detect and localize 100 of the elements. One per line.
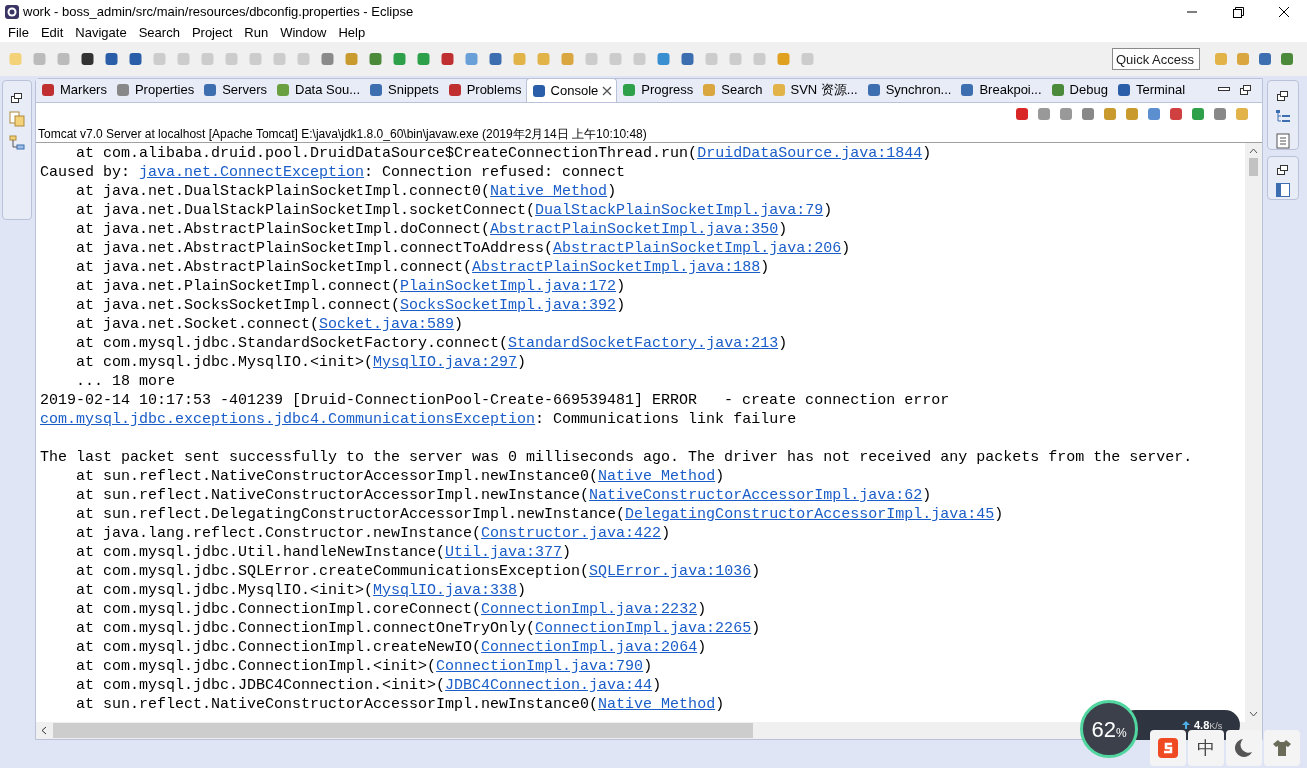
source-link[interactable]: Util.java:377 xyxy=(445,544,563,561)
menu-item[interactable]: Run xyxy=(238,23,275,43)
source-link[interactable]: AbstractPlainSocketImpl.java:350 xyxy=(490,221,779,238)
source-link[interactable]: Native Method xyxy=(598,696,716,713)
console-line: at java.net.PlainSocketImpl.connect(PlainSocketImpl.java:172) xyxy=(75,277,626,296)
app-icon xyxy=(4,4,20,20)
console-line: at sun.reflect.NativeConstructorAccessorImpl.newInstance0(Native Method) xyxy=(75,695,725,714)
menu-item[interactable]: Window xyxy=(274,23,333,43)
source-link[interactable]: AbstractPlainSocketImpl.java:188 xyxy=(472,259,761,276)
source-link[interactable]: ConnectionImpl.java:2265 xyxy=(535,620,752,637)
logo-icon xyxy=(1158,738,1178,758)
upload-arrow-icon xyxy=(1182,721,1190,729)
console-line: at java.net.AbstractPlainSocketImpl.connect(AbstractPlainSocketImpl.java:188) xyxy=(75,258,770,277)
menu-item[interactable]: File xyxy=(2,23,35,43)
console-line: 2019-02-14 10:17:53 -401239 [Druid-ConnectionPool-Create-669539481] ERROR - create connection error xyxy=(40,391,950,410)
source-link[interactable]: ConnectionImpl.java:790 xyxy=(436,658,644,675)
console-line: at com.mysql.jdbc.ConnectionImpl.connectOneTryOnly(ConnectionImpl.java:2265) xyxy=(75,619,761,638)
scroll-thumb[interactable] xyxy=(1249,158,1258,176)
scroll-up-icon[interactable] xyxy=(1249,148,1258,154)
moon-icon xyxy=(1235,738,1253,758)
console-line: at java.net.Socket.connect(Socket.java:589) xyxy=(75,315,464,334)
window-title: work - boss_admin/src/main/resources/dbconfig.properties - Eclipse xyxy=(23,3,414,22)
source-link[interactable]: PlainSocketImpl.java:172 xyxy=(400,278,617,295)
vertical-scrollbar[interactable] xyxy=(1245,143,1262,722)
source-link[interactable]: com.mysql.jdbc.exceptions.jdbc4.CommunicationsException xyxy=(40,411,536,428)
console-line: at com.mysql.jdbc.ConnectionImpl.createNewIO(ConnectionImpl.java:2064) xyxy=(75,638,707,657)
quick-access-field[interactable]: Quick Access xyxy=(1112,48,1200,70)
console-line: at com.mysql.jdbc.Util.handleNewInstance(Util.java:377) xyxy=(75,543,572,562)
console-line: at com.mysql.jdbc.ConnectionImpl.<init>(ConnectionImpl.java:790) xyxy=(75,657,653,676)
view-tab[interactable]: Markers xyxy=(36,78,111,102)
console-line: at sun.reflect.NativeConstructorAccessorImpl.newInstance0(Native Method) xyxy=(75,467,725,486)
source-link[interactable]: DruidDataSource.java:1844 xyxy=(697,145,923,162)
view-tab[interactable]: Snippets xyxy=(364,78,443,102)
view-tab[interactable]: Servers xyxy=(198,78,271,102)
console-line: at java.net.AbstractPlainSocketImpl.connectToAddress(AbstractPlainSocketImpl.java:206) xyxy=(75,239,851,258)
source-link[interactable]: SocksSocketImpl.java:392 xyxy=(400,297,617,314)
console-line: at java.net.DualStackPlainSocketImpl.socketConnect(DualStackPlainSocketImpl.java:79) xyxy=(75,201,833,220)
view-tab[interactable]: Breakpoi... xyxy=(955,78,1046,102)
console-line: at java.net.DualStackPlainSocketImpl.connect0(Native Method) xyxy=(75,182,617,201)
view-tab[interactable]: Console xyxy=(525,78,618,102)
ime-moon-button[interactable] xyxy=(1226,730,1262,766)
source-link[interactable]: AbstractPlainSocketImpl.java:206 xyxy=(553,240,842,257)
view-tab[interactable]: Synchron... xyxy=(861,78,956,102)
source-link[interactable]: JDBC4Connection.java:44 xyxy=(445,677,653,694)
console-line: at com.mysql.jdbc.StandardSocketFactory.connect(StandardSocketFactory.java:213) xyxy=(75,334,788,353)
view-tab[interactable]: SVN 资源... xyxy=(766,78,862,102)
ime-skin-button[interactable] xyxy=(1264,730,1300,766)
shirt-icon xyxy=(1272,739,1292,757)
scroll-left-icon[interactable] xyxy=(41,726,47,735)
source-link[interactable]: ConnectionImpl.java:2064 xyxy=(481,639,698,656)
source-link[interactable]: Constructor.java:422 xyxy=(481,525,662,542)
scroll-down-icon[interactable] xyxy=(1249,711,1258,717)
console-line: at sun.reflect.DelegatingConstructorAccessorImpl.newInstance(DelegatingConstructorAccessorImpl.java:45) xyxy=(75,505,1004,524)
restore-icon[interactable] xyxy=(1277,165,1289,175)
scroll-thumb[interactable] xyxy=(53,723,753,738)
view-tab[interactable]: Terminal xyxy=(1111,78,1190,102)
panel-icon[interactable] xyxy=(1276,183,1290,197)
source-link[interactable]: StandardSocketFactory.java:213 xyxy=(508,335,779,352)
source-link[interactable]: ConnectionImpl.java:2232 xyxy=(481,601,698,618)
console-line: at com.mysql.jdbc.MysqlIO.<init>(MysqlIO.java:297) xyxy=(75,353,527,372)
upload-speed: 4.8K/s xyxy=(1194,717,1223,733)
view-tab[interactable]: Debug xyxy=(1045,78,1112,102)
console-line: com.mysql.jdbc.exceptions.jdbc4.CommunicationsException: Communications link failure xyxy=(40,410,797,429)
menu-item[interactable]: Edit xyxy=(34,23,70,43)
documents-icon[interactable] xyxy=(9,111,25,127)
console-header: Tomcat v7.0 Server at localhost [Apache Tomcat] E:\java\jdk1.8.0_60\bin\javaw.exe (2019年2月14日 上午10:10:48) xyxy=(36,125,1262,143)
source-link[interactable]: NativeConstructorAccessorImpl.java:62 xyxy=(589,487,923,504)
view-tab[interactable]: Properties xyxy=(110,78,199,102)
source-link[interactable]: DelegatingConstructorAccessorImpl.java:45 xyxy=(625,506,995,523)
menu-item[interactable]: Navigate xyxy=(69,23,133,43)
source-link[interactable]: MysqlIO.java:338 xyxy=(373,582,518,599)
console-line: at com.mysql.jdbc.SQLError.createCommunicationsException(SQLError.java:1036) xyxy=(75,562,761,581)
outline-icon[interactable] xyxy=(1275,109,1291,125)
source-link[interactable]: Socket.java:589 xyxy=(319,316,455,333)
view-tab[interactable]: Problems xyxy=(442,78,526,102)
restore-icon[interactable] xyxy=(1277,91,1289,101)
menu-item[interactable]: Project xyxy=(185,23,239,43)
view-tab[interactable]: Progress xyxy=(617,78,698,102)
restore-icon[interactable] xyxy=(11,93,23,103)
source-link[interactable]: java.net.ConnectException xyxy=(139,164,365,181)
view-tab[interactable]: Data Sou... xyxy=(271,78,365,102)
console-line: at com.mysql.jdbc.MysqlIO.<init>(MysqlIO.java:338) xyxy=(75,581,527,600)
console-line: Caused by: java.net.ConnectException: Connection refused: connect xyxy=(40,163,626,182)
ime-logo-button[interactable] xyxy=(1150,730,1186,766)
maximize-icon[interactable] xyxy=(1240,85,1252,95)
console-line: at java.net.AbstractPlainSocketImpl.doConnect(AbstractPlainSocketImpl.java:350) xyxy=(75,220,788,239)
source-link[interactable]: SQLError.java:1036 xyxy=(589,563,752,580)
view-tab[interactable]: Search xyxy=(697,78,767,102)
close-icon[interactable] xyxy=(602,85,613,96)
console-line: at sun.reflect.NativeConstructorAccessorImpl.newInstance(NativeConstructorAccessorImpl.java:62) xyxy=(75,486,932,505)
source-link[interactable]: DualStackPlainSocketImpl.java:79 xyxy=(535,202,824,219)
menu-item[interactable]: Help xyxy=(332,23,372,43)
console-line: at java.net.SocksSocketImpl.connect(SocksSocketImpl.java:392) xyxy=(75,296,626,315)
source-link[interactable]: Native Method xyxy=(490,183,608,200)
console-line: at com.mysql.jdbc.JDBC4Connection.<init>(JDBC4Connection.java:44) xyxy=(75,676,662,695)
source-link[interactable]: MysqlIO.java:297 xyxy=(373,354,518,371)
console-line: ... 18 more xyxy=(75,372,176,391)
source-link[interactable]: Native Method xyxy=(598,468,716,485)
menu-item[interactable]: Search xyxy=(132,23,186,43)
ime-mode-button[interactable]: 中 xyxy=(1188,730,1224,766)
